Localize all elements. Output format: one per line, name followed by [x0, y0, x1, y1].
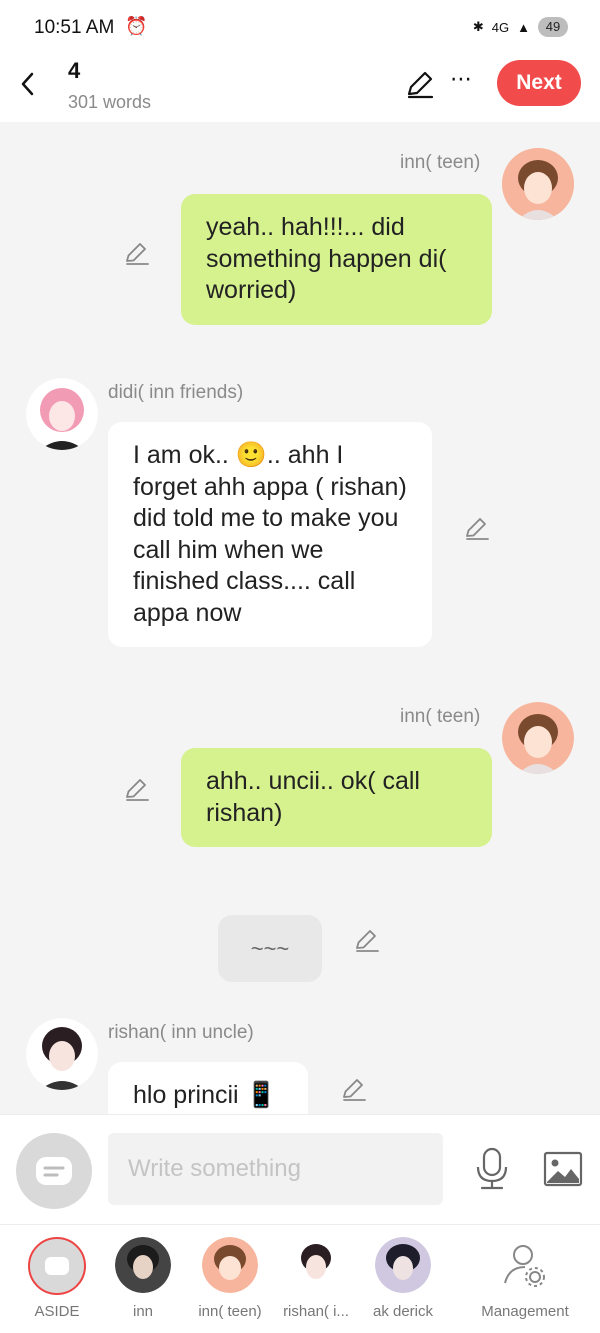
character-inn[interactable]: inn	[93, 1225, 193, 1333]
narration-bubble[interactable]: ~~~	[218, 915, 322, 982]
avatar	[375, 1237, 431, 1293]
pencil-icon	[126, 243, 149, 265]
character-label: ak derick	[372, 1303, 434, 1320]
avatar	[202, 1237, 258, 1293]
speaker-name: didi( inn friends)	[108, 382, 244, 403]
manage-characters-icon	[497, 1239, 553, 1295]
alarm-icon: ⏰	[125, 16, 152, 36]
signal-icon: ▲	[517, 19, 530, 35]
more-options-button[interactable]: ⋯	[450, 66, 473, 92]
character-label: rishan( i...	[283, 1303, 349, 1320]
message-bubble[interactable]: I am ok.. 🙂.. ahh I forget ahh appa ( ri…	[108, 422, 432, 647]
edit-message-button[interactable]	[353, 927, 381, 955]
avatar	[115, 1237, 171, 1293]
message-bubble[interactable]: hlo princii 📱	[108, 1062, 308, 1115]
chevron-left-icon	[21, 72, 34, 96]
compose-bar: Write something	[0, 1114, 600, 1224]
bluetooth-icon: ✱	[472, 19, 484, 34]
status-bar: 10:51 AM ⏰ ✱ 4G ▲ 49	[0, 0, 600, 56]
message-bubble[interactable]: ahh.. uncii.. ok( call rishan)	[181, 748, 492, 847]
character-label: Management	[481, 1303, 569, 1320]
character-label: inn( teen)	[198, 1303, 262, 1320]
speaker-name: rishan( inn uncle)	[108, 1022, 254, 1043]
edit-message-button[interactable]	[123, 776, 151, 804]
pencil-icon	[356, 930, 379, 952]
story-chat: inn( teen) yeah.. hah!!!... did somethin…	[0, 122, 600, 1115]
word-count: 301 words	[68, 92, 152, 112]
character-management[interactable]: Management	[475, 1225, 575, 1333]
edit-title-button[interactable]	[403, 68, 437, 102]
character-portrait	[26, 1018, 98, 1090]
speaker-name: inn( teen)	[400, 706, 481, 727]
message-bubble[interactable]: yeah.. hah!!!... did something happen di…	[181, 194, 492, 325]
status-icons: ✱ 4G ▲ 49	[473, 17, 568, 37]
pencil-icon	[126, 779, 149, 801]
battery-level: 49	[538, 17, 568, 37]
character-portrait	[26, 378, 98, 450]
character-rishan[interactable]: rishan( i...	[266, 1225, 366, 1333]
edit-message-button[interactable]	[123, 240, 151, 268]
aside-toggle-button[interactable]	[16, 1133, 92, 1209]
chapter-title: 4	[68, 58, 81, 83]
microphone-icon	[476, 1147, 508, 1190]
aside-icon	[36, 1157, 72, 1185]
insert-image-button[interactable]	[542, 1149, 584, 1189]
character-portrait	[502, 702, 574, 774]
pencil-icon	[407, 71, 434, 99]
character-aside[interactable]: ASIDE	[7, 1225, 107, 1333]
edit-message-button[interactable]	[340, 1076, 368, 1104]
message-input[interactable]: Write something	[108, 1133, 443, 1205]
app-header: 4 301 words ⋯ Next	[0, 56, 600, 122]
aside-icon	[28, 1237, 86, 1295]
pencil-icon	[343, 1079, 366, 1101]
character-label: inn	[132, 1303, 154, 1320]
network-type: 4G	[491, 19, 510, 35]
avatar[interactable]	[502, 702, 574, 774]
pencil-icon	[466, 518, 489, 540]
status-time: 10:51 AM	[34, 17, 115, 38]
character-label: ASIDE	[34, 1303, 80, 1320]
voice-input-button[interactable]	[474, 1145, 510, 1193]
edit-message-button[interactable]	[463, 515, 491, 543]
character-bar: ASIDE inn inn( teen) rishan( i... ak der…	[0, 1224, 600, 1333]
image-icon	[543, 1151, 583, 1187]
avatar[interactable]	[502, 148, 574, 220]
character-inn-teen[interactable]: inn( teen)	[180, 1225, 280, 1333]
text-lines-icon	[43, 1166, 65, 1177]
avatar[interactable]	[26, 378, 98, 450]
character-ak-derick[interactable]: ak derick	[353, 1225, 453, 1333]
character-portrait	[502, 148, 574, 220]
next-button[interactable]: Next	[497, 60, 581, 106]
avatar	[288, 1237, 344, 1293]
back-button[interactable]	[14, 66, 44, 102]
speaker-name: inn( teen)	[400, 152, 481, 173]
avatar[interactable]	[26, 1018, 98, 1090]
